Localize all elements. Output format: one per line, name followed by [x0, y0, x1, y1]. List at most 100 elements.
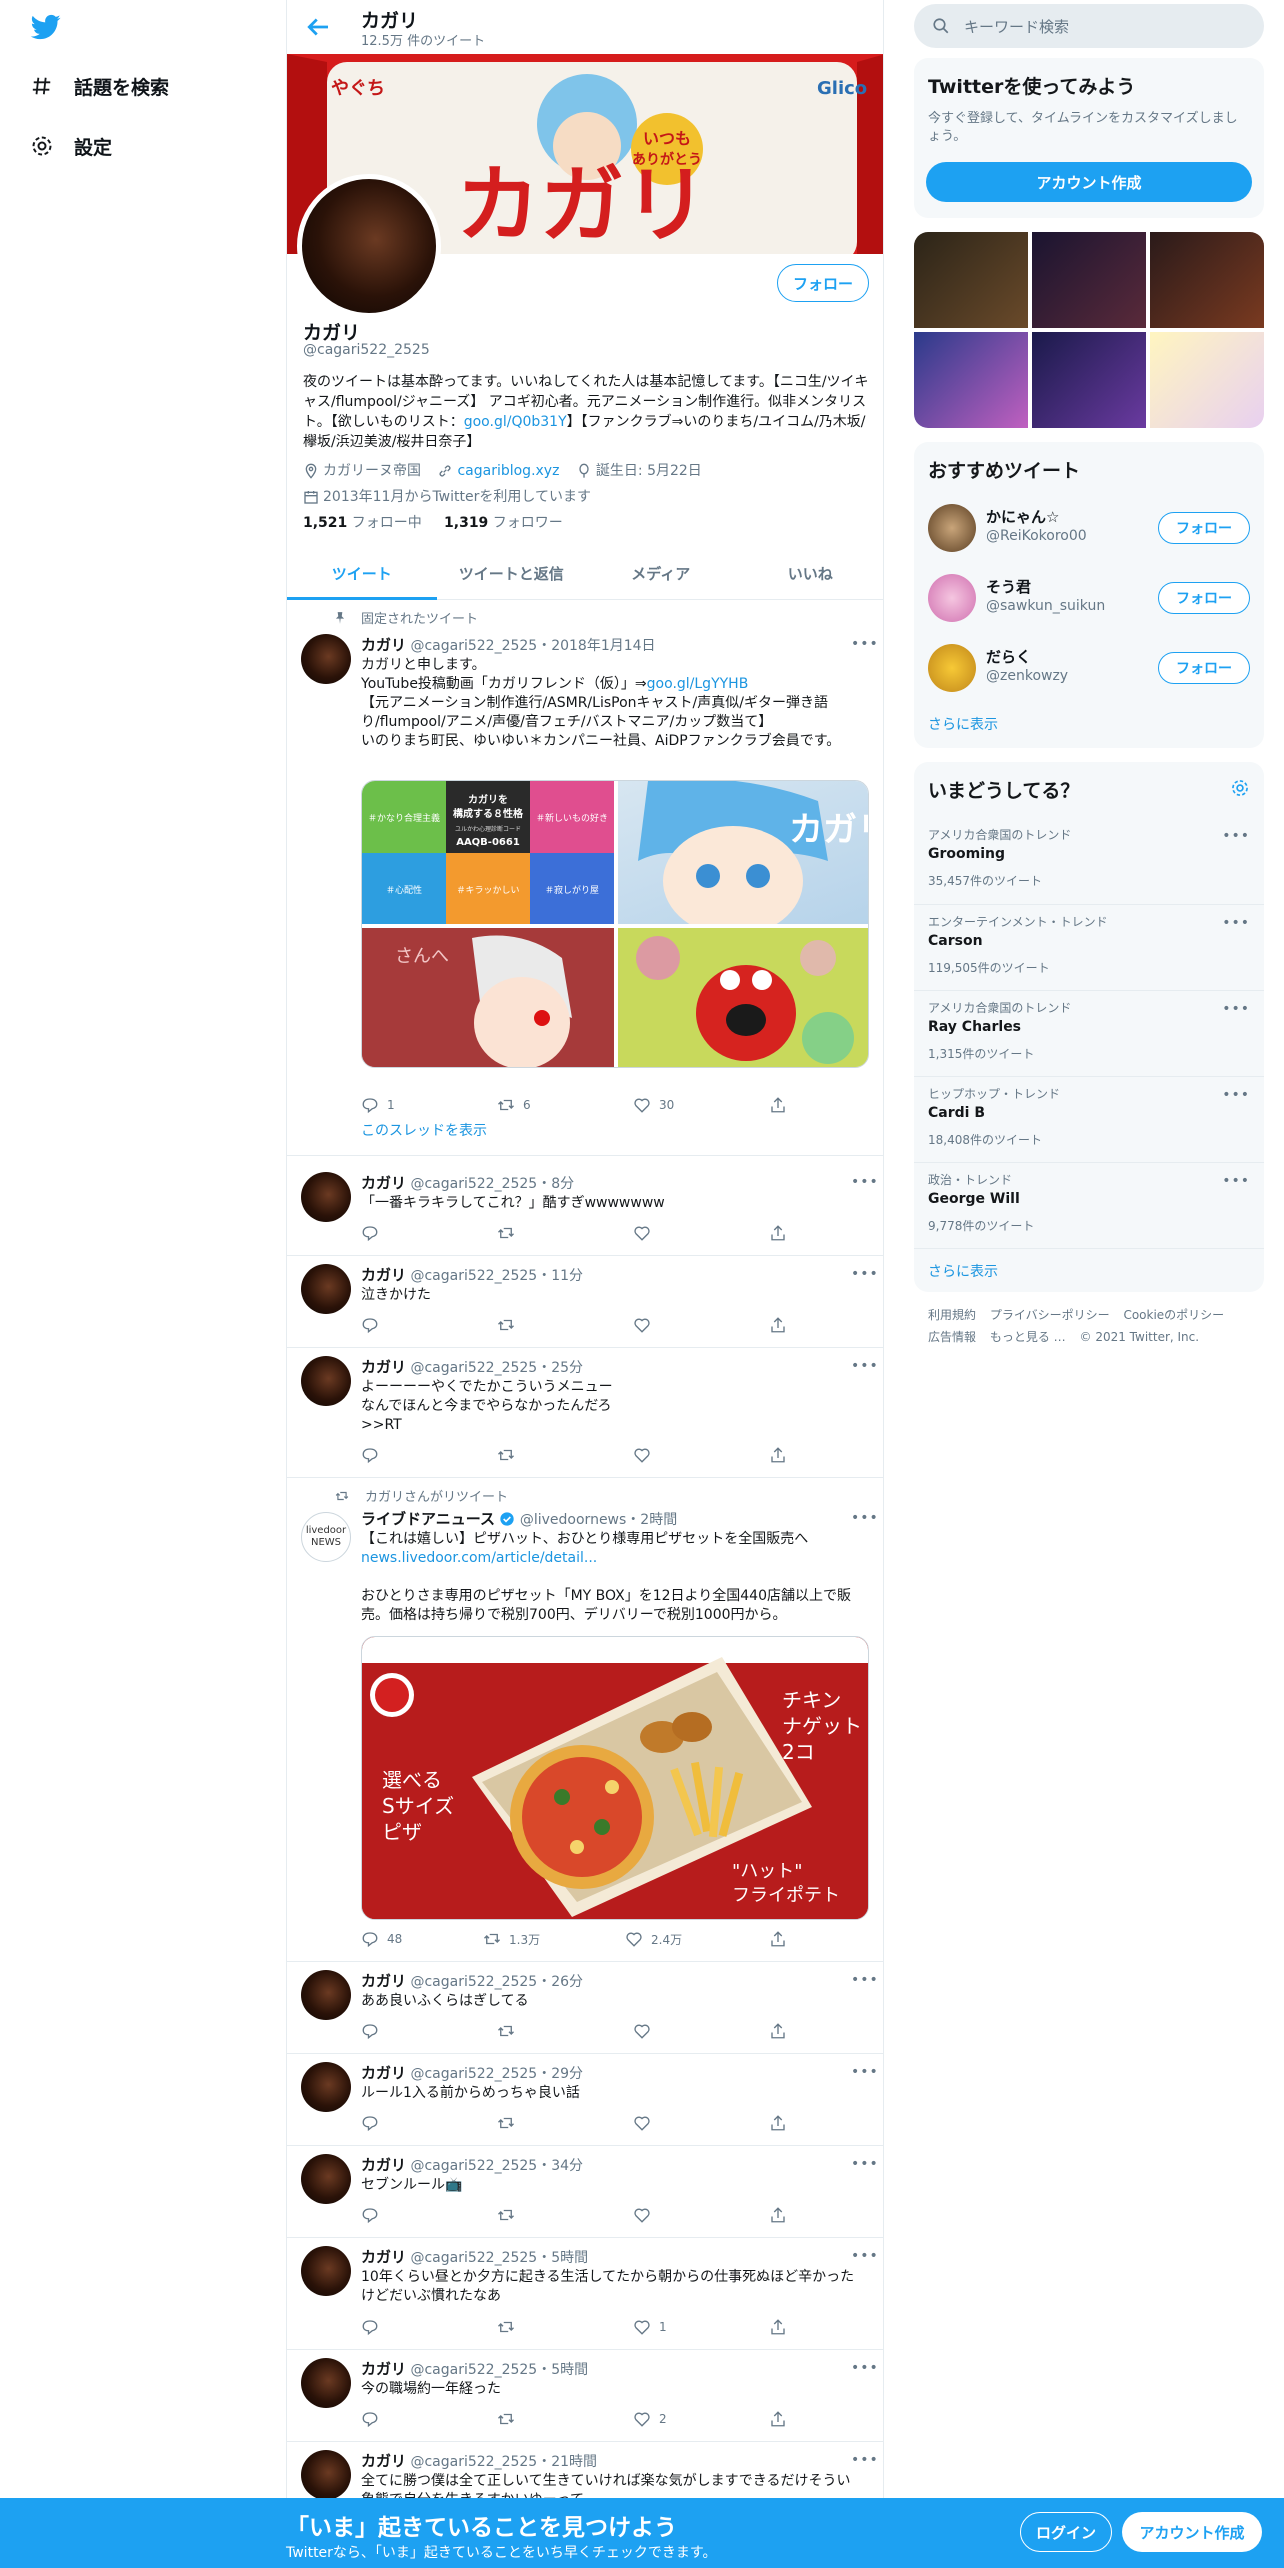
follow-button[interactable]: フォロー	[1158, 582, 1250, 614]
more-icon[interactable]: •••	[1222, 915, 1250, 931]
personality-image[interactable]: ＃かなり合理主義 カガリを 構成する８性格 ユルかわ心理診断コード AAQB-0…	[362, 781, 614, 924]
reply-button[interactable]	[361, 2206, 387, 2224]
more-icon[interactable]: •••	[851, 1510, 878, 1526]
youtube-link[interactable]: goo.gl/LgYYHB	[647, 676, 749, 692]
tweet[interactable]: カガリ @cagari522_2525・26分 ••• ああ良いふくらはぎしてる	[287, 1962, 883, 2054]
footer-link[interactable]: Cookieのポリシー	[1123, 1308, 1224, 1322]
tweet-author[interactable]: カガリ	[361, 2452, 406, 2470]
more-icon[interactable]: •••	[1222, 1001, 1250, 1017]
following-link[interactable]: 1,521 フォロー中	[303, 515, 422, 531]
pinned-tweet[interactable]: 固定されたツイート カガリ @cagari522_2525・2018年1月14日…	[287, 600, 883, 1156]
bottom-signup-button[interactable]: アカウント作成	[1122, 2512, 1262, 2552]
reply-button[interactable]	[361, 1446, 387, 1464]
avatar[interactable]	[301, 1356, 351, 1406]
avatar[interactable]	[301, 1172, 351, 1222]
reply-button[interactable]	[361, 2410, 387, 2428]
tweet[interactable]: カガリ @cagari522_2525・29分 ••• ルール1入る前からめっち…	[287, 2054, 883, 2146]
show-thread-link[interactable]: このスレッドを表示	[361, 1120, 487, 1140]
more-icon[interactable]: •••	[1222, 1173, 1250, 1189]
footer-link[interactable]: プライバシーポリシー	[990, 1308, 1110, 1322]
like-button[interactable]: 2.4万	[625, 1930, 682, 1948]
recommended-more-link[interactable]: さらに表示	[928, 714, 998, 734]
login-button[interactable]: ログイン	[1020, 2512, 1112, 2552]
follow-button[interactable]: フォロー	[1158, 512, 1250, 544]
follow-button[interactable]: フォロー	[1158, 652, 1250, 684]
tab-tweets-replies[interactable]: ツイートと返信	[437, 548, 587, 599]
trends-more-link[interactable]: さらに表示	[928, 1261, 998, 1281]
reply-button[interactable]	[361, 1224, 387, 1242]
retweet-button[interactable]	[497, 1224, 523, 1242]
footer-link[interactable]: 利用規約	[928, 1308, 976, 1322]
media-thumb[interactable]	[1032, 332, 1146, 428]
like-button[interactable]	[633, 2114, 659, 2132]
more-icon[interactable]: •••	[851, 1174, 878, 1190]
tweet-author[interactable]: カガリ	[361, 2360, 406, 2378]
retweet-button[interactable]: 1.3万	[483, 1930, 540, 1948]
retweet-button[interactable]	[497, 2410, 523, 2428]
signup-button[interactable]: アカウント作成	[926, 162, 1252, 202]
monster-image[interactable]	[618, 928, 868, 1067]
retweet-button[interactable]	[497, 2114, 523, 2132]
website-link[interactable]: cagariblog.xyz	[457, 460, 559, 482]
tweet-author[interactable]: カガリ	[361, 636, 406, 654]
media-thumb[interactable]	[1150, 332, 1264, 428]
more-icon[interactable]: •••	[851, 2452, 878, 2468]
tweet[interactable]: カガリ @cagari522_2525・5時間 ••• 10年くらい昼とか夕方に…	[287, 2238, 883, 2350]
share-button[interactable]	[769, 2318, 795, 2336]
share-button[interactable]	[769, 1930, 795, 1948]
tab-media[interactable]: メディア	[586, 548, 736, 599]
pizza-image[interactable]: 選べる Sサイズ ピザ チキン ナゲット 2コ "ハット" フライポテト	[361, 1636, 869, 1920]
footer-link[interactable]: 広告情報	[928, 1330, 976, 1344]
more-icon[interactable]: •••	[851, 2360, 878, 2376]
livedoor-avatar[interactable]: livedoor NEWS	[301, 1512, 351, 1562]
more-icon[interactable]: •••	[851, 2248, 878, 2264]
reply-button[interactable]	[361, 2318, 387, 2336]
trend-item[interactable]: アメリカ合衆国のトレンド Ray Charles 1,315件のツイート •••	[914, 990, 1264, 1076]
recommended-user[interactable]: かにゃん☆ @ReiKokoro00 フォロー	[914, 492, 1264, 562]
tweet-author[interactable]: カガリ	[361, 1174, 406, 1192]
avatar[interactable]	[301, 2450, 351, 2500]
trend-item[interactable]: ヒップホップ・トレンド Cardi B 18,408件のツイート •••	[914, 1076, 1264, 1162]
share-button[interactable]	[769, 2206, 795, 2224]
more-icon[interactable]: •••	[851, 2156, 878, 2172]
retweet-button[interactable]	[497, 1446, 523, 1464]
tweet[interactable]: カガリ @cagari522_2525・25分 ••• よーーーーやくでたかこう…	[287, 1348, 883, 1478]
avatar[interactable]	[301, 1970, 351, 2020]
tweet-author[interactable]: カガリ	[361, 2156, 406, 2174]
media-thumb[interactable]	[914, 232, 1028, 328]
nav-settings[interactable]: 設定	[28, 126, 112, 166]
reply-button[interactable]	[361, 2022, 387, 2040]
tweet[interactable]: カガリ @cagari522_2525・11分 ••• 泣きかけた	[287, 1256, 883, 1348]
share-button[interactable]	[769, 1224, 795, 1242]
retweeted-tweet[interactable]: カガリさんがリツイート livedoor NEWS ライブドアニュース @liv…	[287, 1478, 883, 1962]
avatar[interactable]	[928, 644, 976, 692]
more-icon[interactable]: •••	[1222, 1087, 1250, 1103]
more-icon[interactable]: •••	[851, 1266, 878, 1282]
retweet-button[interactable]	[497, 2206, 523, 2224]
share-button[interactable]	[769, 1316, 795, 1334]
more-icon[interactable]: •••	[851, 1358, 878, 1374]
recommended-user[interactable]: そう君 @sawkun_suikun フォロー	[914, 562, 1264, 632]
media-thumb[interactable]	[1150, 232, 1264, 328]
reply-button[interactable]: 48	[361, 1930, 402, 1948]
like-button[interactable]: 30	[633, 1096, 674, 1114]
retweet-button[interactable]	[497, 2318, 523, 2336]
followers-link[interactable]: 1,319 フォロワー	[444, 515, 563, 531]
tweet-author[interactable]: カガリ	[361, 1358, 406, 1376]
media-thumb[interactable]	[1032, 232, 1146, 328]
avatar[interactable]	[301, 2062, 351, 2112]
tweet-image-grid[interactable]: ＃かなり合理主義 カガリを 構成する８性格 ユルかわ心理診断コード AAQB-0…	[361, 780, 869, 1068]
reply-button[interactable]	[361, 1316, 387, 1334]
search-input[interactable]: キーワード検索	[914, 4, 1264, 48]
tweet-author[interactable]: ライブドアニュース	[361, 1510, 495, 1528]
like-button[interactable]: 1	[633, 2318, 667, 2336]
tweet[interactable]: カガリ @cagari522_2525・8分 ••• 「一番キラキラしてこれ？」…	[287, 1164, 883, 1256]
tweet-author[interactable]: カガリ	[361, 1972, 406, 1990]
retweet-button[interactable]: 6	[497, 1096, 531, 1114]
tab-likes[interactable]: いいね	[736, 548, 884, 599]
avatar[interactable]	[301, 634, 351, 684]
bio-link[interactable]: goo.gl/Q0b31Y	[464, 414, 567, 430]
tab-tweets[interactable]: ツイート	[287, 548, 437, 600]
settings-gear-icon[interactable]	[1230, 778, 1250, 798]
media-thumb[interactable]	[914, 332, 1028, 428]
